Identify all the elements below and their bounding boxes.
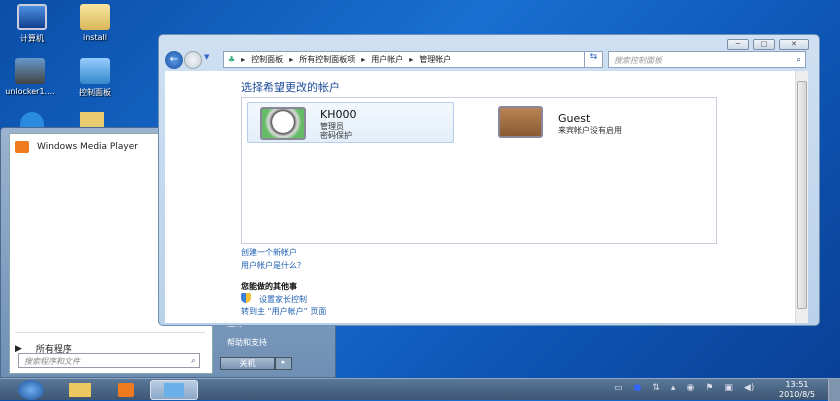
control-panel-icon bbox=[164, 383, 184, 397]
search-icon: ⌕ bbox=[796, 55, 801, 64]
account-tile-kh000[interactable]: KH000 管理员 密码保护 bbox=[247, 102, 454, 143]
address-bar[interactable]: ♣ ▸控制面板 ▸所有控制面板项 ▸用户帐户 ▸管理帐户 ▼ bbox=[223, 51, 603, 68]
other-tasks-heading: 您能做的其他事 bbox=[241, 282, 297, 291]
main-user-accounts-link[interactable]: 转到主 “用户帐户” 页面 bbox=[241, 306, 326, 317]
desktop-icon-control-panel[interactable]: 控制面板 bbox=[67, 58, 123, 98]
refresh-button[interactable]: ⇆ bbox=[584, 51, 603, 68]
start-item-help[interactable]: 帮助和支持 bbox=[227, 337, 267, 348]
minimize-button[interactable]: ─ bbox=[727, 39, 749, 50]
close-button[interactable]: ✕ bbox=[779, 39, 809, 50]
shutdown-options-button[interactable]: ▸ bbox=[275, 357, 292, 370]
computer-icon bbox=[17, 4, 47, 30]
device-icon[interactable]: ◉ bbox=[686, 383, 694, 393]
tray-icons: ▭ ● ⇅ ▴ ◉ ⚑ ▣ ◀) bbox=[614, 383, 754, 393]
scrollbar-thumb[interactable] bbox=[797, 81, 807, 309]
account-name: Guest bbox=[558, 112, 591, 125]
control-panel-window: ─ □ ✕ ← ▼ ♣ ▸控制面板 ▸所有控制面板项 ▸用户帐户 ▸管理帐户 ▼… bbox=[158, 34, 820, 326]
folder-icon[interactable] bbox=[80, 112, 104, 128]
control-panel-icon bbox=[80, 58, 110, 84]
what-is-user-account-link[interactable]: 用户帐户是什么？ bbox=[241, 260, 305, 271]
time: 13:51 bbox=[785, 380, 809, 389]
soccer-ball-avatar bbox=[260, 107, 306, 140]
folder-icon bbox=[69, 383, 91, 397]
keyboard-icon[interactable]: ▭ bbox=[614, 383, 623, 393]
users-icon: ♣ bbox=[228, 55, 236, 64]
bluetooth-icon[interactable] bbox=[20, 112, 44, 128]
taskbar: ▭ ● ⇅ ▴ ◉ ⚑ ▣ ◀) 13:51 2010/8/5 bbox=[0, 378, 840, 401]
maximize-button[interactable]: □ bbox=[753, 39, 775, 50]
volume-icon[interactable]: ◀) bbox=[744, 383, 754, 393]
media-player-icon bbox=[118, 383, 134, 397]
suitcase-avatar bbox=[498, 106, 543, 138]
help-icon[interactable]: ● bbox=[634, 383, 642, 393]
search-icon: ⌕ bbox=[190, 356, 195, 365]
breadcrumb-item[interactable]: 控制面板 bbox=[251, 54, 283, 65]
search-input[interactable]: 搜索控制面板 ⌕ bbox=[608, 51, 806, 68]
vertical-scrollbar[interactable] bbox=[795, 71, 808, 323]
date: 2010/8/5 bbox=[779, 390, 815, 399]
account-name: KH000 bbox=[320, 108, 357, 121]
show-desktop-button[interactable] bbox=[828, 379, 840, 401]
breadcrumb-item[interactable]: 管理帐户 bbox=[419, 54, 451, 65]
history-dropdown[interactable]: ▼ bbox=[204, 53, 209, 61]
breadcrumb-item[interactable]: 用户帐户 bbox=[371, 54, 403, 65]
network-status-icon[interactable]: ▣ bbox=[724, 383, 733, 393]
network-icon[interactable]: ⇅ bbox=[652, 383, 660, 393]
content-pane: 选择希望更改的帐户 KH000 管理员 密码保护 Guest 来宾帐户没有启用 … bbox=[165, 71, 808, 323]
desktop-icon-unlocker[interactable]: unlocker1.... bbox=[2, 58, 58, 96]
taskbar-explorer[interactable] bbox=[58, 380, 102, 400]
media-player-icon bbox=[15, 141, 29, 153]
desktop-icon-computer[interactable]: 计算机 bbox=[4, 4, 60, 44]
start-button[interactable] bbox=[18, 380, 44, 400]
clock[interactable]: 13:51 2010/8/5 bbox=[772, 380, 822, 400]
show-hidden-icon[interactable]: ▴ bbox=[671, 383, 676, 393]
installer-icon bbox=[15, 58, 45, 84]
create-account-link[interactable]: 创建一个新帐户 bbox=[241, 247, 297, 258]
folder-icon bbox=[80, 4, 110, 30]
back-button[interactable]: ← bbox=[165, 51, 183, 69]
account-tile-guest[interactable]: Guest 来宾帐户没有启用 bbox=[495, 102, 702, 143]
account-status: 来宾帐户没有启用 bbox=[558, 126, 622, 135]
account-password-status: 密码保护 bbox=[320, 131, 352, 140]
page-heading: 选择希望更改的帐户 bbox=[241, 81, 340, 94]
triangle-right-icon: ▶ bbox=[15, 343, 22, 354]
start-search-input[interactable]: 搜索程序和文件 ⌕ bbox=[18, 353, 200, 368]
program-windows-media-player[interactable]: Windows Media Player bbox=[15, 141, 138, 153]
action-center-flag-icon[interactable]: ⚑ bbox=[705, 383, 713, 393]
shutdown-button[interactable]: 关机 bbox=[220, 357, 275, 370]
forward-button[interactable] bbox=[184, 51, 202, 69]
parental-controls-link[interactable]: 设置家长控制 bbox=[259, 294, 307, 305]
desktop-icon-install[interactable]: install bbox=[67, 4, 123, 42]
taskbar-media-player[interactable] bbox=[106, 380, 146, 400]
shield-icon bbox=[241, 293, 251, 303]
breadcrumb-item[interactable]: 所有控制面板项 bbox=[299, 54, 355, 65]
taskbar-control-panel[interactable] bbox=[150, 380, 198, 400]
divider bbox=[15, 332, 205, 333]
